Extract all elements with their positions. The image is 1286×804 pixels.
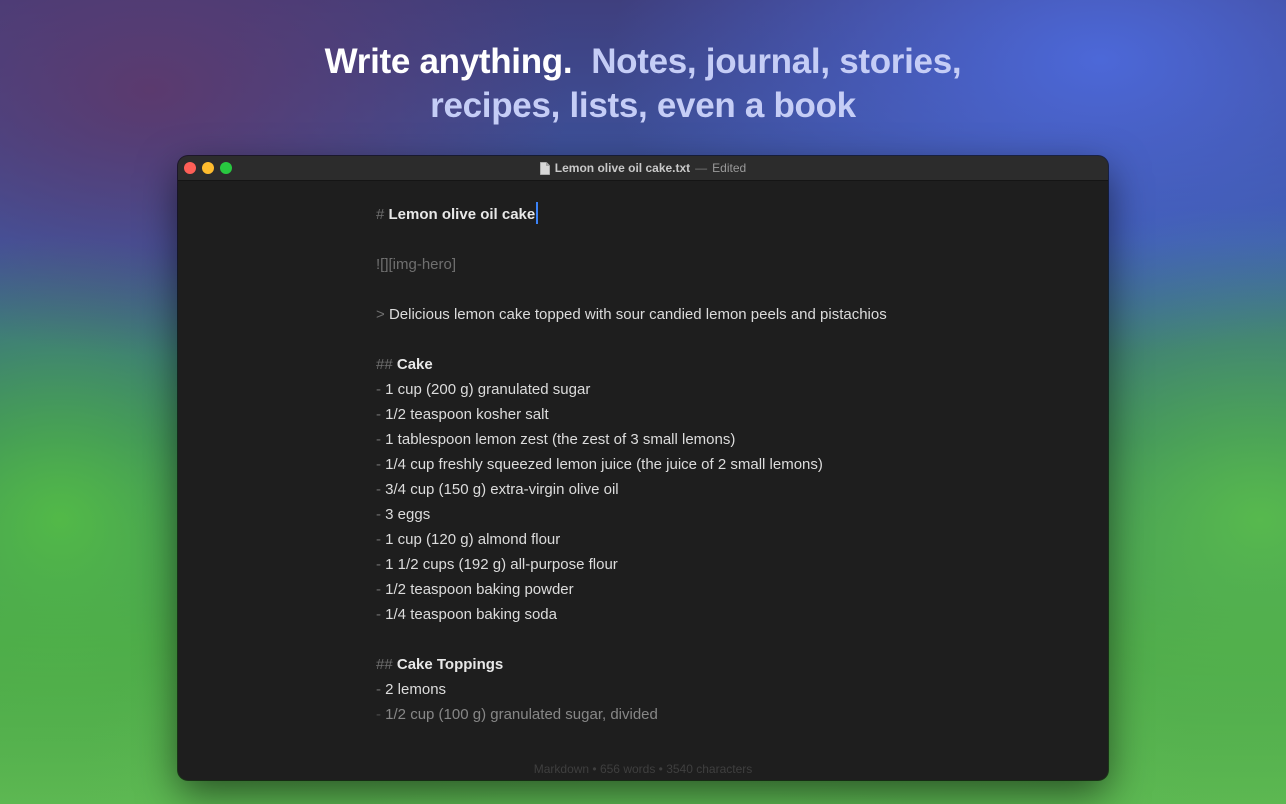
list-item[interactable]: - 1 tablespoon lemon zest (the zest of 3… [376, 427, 1076, 452]
list-item[interactable]: - 2 lemons [376, 677, 1076, 702]
headline-soft-2: recipes, lists, even a book [430, 86, 856, 125]
list-item[interactable]: - 1/2 cup (100 g) granulated sugar, divi… [376, 702, 1076, 727]
list-item-text: 1 cup (120 g) almond flour [385, 531, 561, 548]
list-marker: - [376, 481, 381, 498]
section-title: Cake [396, 356, 433, 373]
blockquote-line[interactable]: > Delicious lemon cake topped with sour … [376, 302, 1076, 327]
editor-window: Lemon olive oil cake.txt — Edited # Lemo… [178, 156, 1108, 780]
list-item[interactable]: - 1 cup (200 g) granulated sugar [376, 377, 1076, 402]
heading-marker: ## [376, 656, 393, 673]
list-marker: - [376, 406, 381, 423]
list-item[interactable]: - 1/2 teaspoon baking powder [376, 577, 1076, 602]
list-marker: - [376, 581, 381, 598]
list-item-text: 1 cup (200 g) granulated sugar [385, 381, 591, 398]
list-item[interactable]: - 1 1/2 cups (192 g) all-purpose flour [376, 552, 1076, 577]
list-marker: - [376, 381, 381, 398]
list-item-text: 1/4 cup freshly squeezed lemon juice (th… [385, 456, 823, 473]
window-title: Lemon olive oil cake.txt — Edited [178, 156, 1108, 180]
list-item-text: 2 lemons [385, 681, 447, 698]
list-marker: - [376, 606, 381, 623]
text-caret [536, 202, 539, 224]
list-marker: - [376, 506, 381, 523]
list-item-text: 1/2 teaspoon baking powder [385, 581, 574, 598]
ingredient-list: - 1 cup (200 g) granulated sugar - 1/2 t… [376, 377, 1076, 627]
list-item[interactable]: - 3 eggs [376, 502, 1076, 527]
window-filename: Lemon olive oil cake.txt [554, 161, 691, 175]
list-item-text: 1/2 cup (100 g) granulated sugar, divide… [385, 706, 658, 723]
list-item-text: 1 tablespoon lemon zest (the zest of 3 s… [385, 431, 736, 448]
title-bar[interactable]: Lemon olive oil cake.txt — Edited [178, 156, 1108, 181]
document-title: Lemon olive oil cake [388, 206, 536, 223]
topping-list: - 2 lemons - 1/2 cup (100 g) granulated … [376, 677, 1076, 727]
heading-marker: # [376, 206, 385, 223]
list-item[interactable]: - 1 cup (120 g) almond flour [376, 527, 1076, 552]
list-item-text: 3 eggs [385, 506, 431, 523]
heading-2-line[interactable]: ## Cake Toppings [376, 652, 1076, 677]
list-marker: - [376, 556, 381, 573]
headline-line-2: recipes, lists, even a book [0, 84, 1286, 128]
blank-line[interactable] [376, 627, 1076, 652]
headline-line-1: Write anything. Notes, journal, stories, [0, 40, 1286, 84]
heading-marker: ## [376, 356, 393, 373]
section-title: Cake Toppings [396, 656, 504, 673]
list-marker: - [376, 681, 381, 698]
heading-1-line[interactable]: # Lemon olive oil cake [376, 202, 1076, 227]
list-marker: - [376, 431, 381, 448]
list-item[interactable]: - 1/4 teaspoon baking soda [376, 602, 1076, 627]
list-marker: - [376, 531, 381, 548]
list-item-text: 1 1/2 cups (192 g) all-purpose flour [385, 556, 618, 573]
headline-strong: Write anything. [324, 42, 573, 81]
heading-2-line[interactable]: ## Cake [376, 352, 1076, 377]
text-editor[interactable]: # Lemon olive oil cake ![][img-hero] > D… [376, 202, 1076, 727]
title-separator: — [695, 161, 708, 175]
document-icon[interactable] [539, 161, 550, 175]
blank-line[interactable] [376, 227, 1076, 252]
list-item[interactable]: - 1/4 cup freshly squeezed lemon juice (… [376, 452, 1076, 477]
window-edited-state: Edited [712, 161, 747, 175]
list-item-text: 1/2 teaspoon kosher salt [385, 406, 549, 423]
list-item-text: 3/4 cup (150 g) extra-virgin olive oil [385, 481, 619, 498]
blank-line[interactable] [376, 327, 1076, 352]
image-reference: ![][img-hero] [376, 256, 457, 273]
hero-headline: Write anything. Notes, journal, stories,… [0, 40, 1286, 128]
image-reference-line[interactable]: ![][img-hero] [376, 252, 1076, 277]
blank-line[interactable] [376, 277, 1076, 302]
quote-text: Delicious lemon cake topped with sour ca… [388, 306, 887, 323]
headline-soft-1: Notes, journal, stories, [591, 42, 962, 81]
quote-marker: > [376, 306, 385, 323]
list-item-text: 1/4 teaspoon baking soda [385, 606, 557, 623]
list-item[interactable]: - 3/4 cup (150 g) extra-virgin olive oil [376, 477, 1076, 502]
list-item[interactable]: - 1/2 teaspoon kosher salt [376, 402, 1076, 427]
list-marker: - [376, 456, 381, 473]
list-marker: - [376, 706, 381, 723]
status-bar: Markdown • 656 words • 3540 characters [533, 762, 753, 776]
